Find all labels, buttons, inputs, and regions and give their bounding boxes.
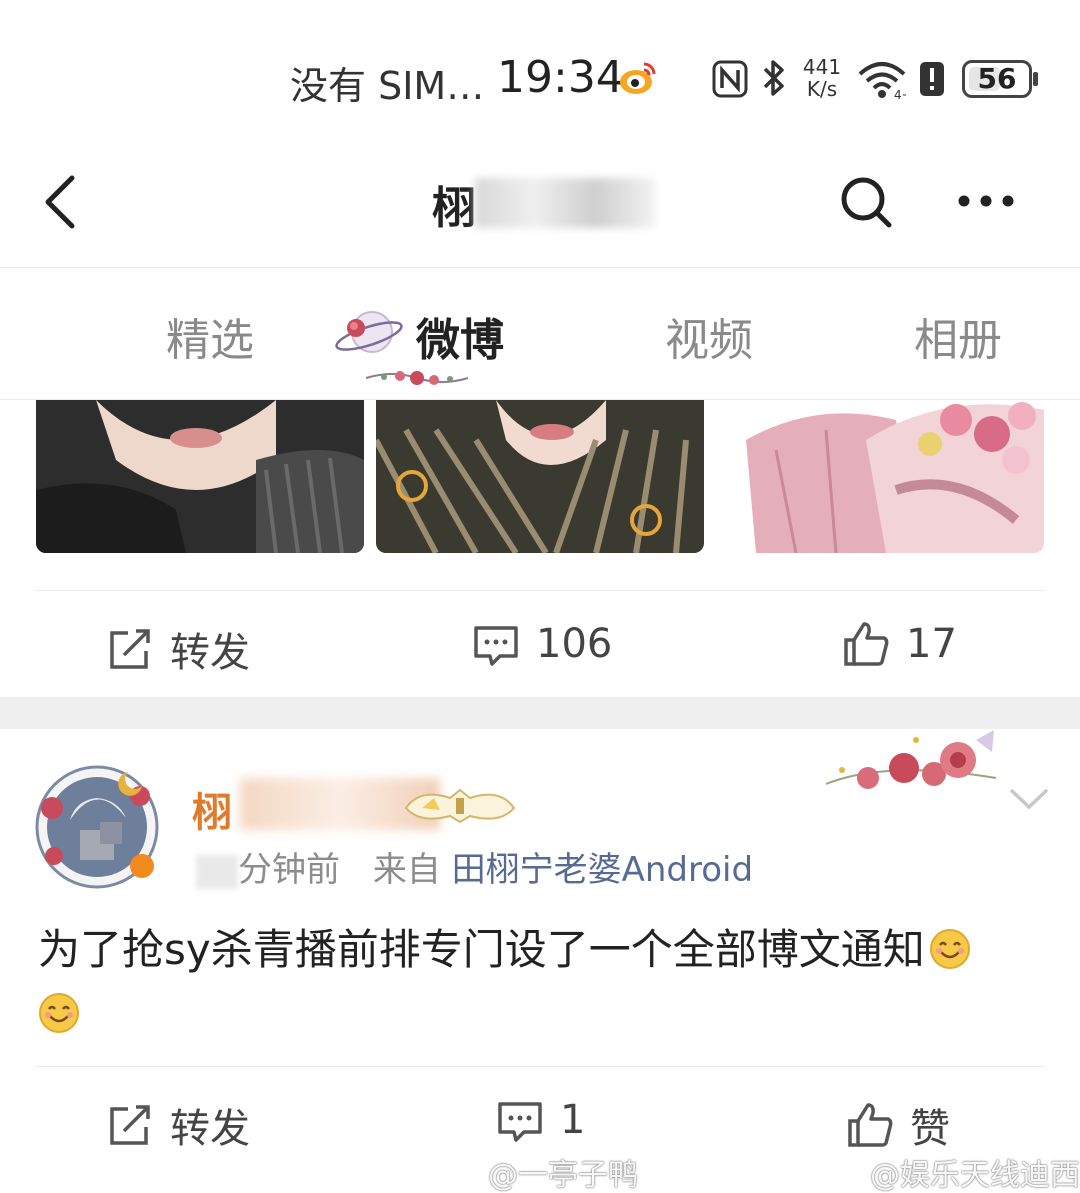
comment-count: 1 xyxy=(560,1097,586,1143)
title-bar: 栩 xyxy=(0,150,1080,268)
battery-level: 56 xyxy=(977,62,1017,95)
blurred-title-text xyxy=(475,178,655,228)
svg-text:4+: 4+ xyxy=(894,88,906,100)
thumbs-up-icon xyxy=(844,622,889,666)
tab-weibo[interactable]: 微博 xyxy=(416,304,504,368)
page-title: 栩 xyxy=(432,183,476,234)
blurred-time-number xyxy=(196,854,238,889)
watermark: @一亭子鸭 xyxy=(488,1158,638,1193)
weibo-notification-icon xyxy=(620,62,656,94)
post-text: 为了抢sy杀青播前排专门设了一个全部博文通知 xyxy=(38,918,1048,1046)
divider xyxy=(35,590,1045,591)
post-source-link[interactable]: 田栩宁老婆Android xyxy=(452,850,753,890)
post-image-3[interactable] xyxy=(716,400,1044,553)
divider xyxy=(35,1066,1045,1067)
status-bar: 没有 SIM… 19:34 441 K/s 4+ 56 xyxy=(0,0,1080,150)
post-image-2[interactable] xyxy=(376,400,704,553)
post-time: 分钟前 xyxy=(238,850,340,890)
repost-icon xyxy=(110,629,150,669)
alert-icon xyxy=(920,62,944,96)
search-icon[interactable] xyxy=(838,174,894,230)
repost-icon xyxy=(110,1105,150,1145)
comment-button[interactable]: 106 xyxy=(472,620,612,668)
post-image-1[interactable] xyxy=(36,400,364,553)
back-arrow-icon[interactable] xyxy=(40,172,80,232)
repost-label: 转发 xyxy=(170,630,250,676)
like-button[interactable]: 17 xyxy=(842,620,957,668)
active-tab-floral-underline xyxy=(365,371,469,385)
post-comment-button[interactable]: 1 xyxy=(496,1096,585,1144)
previous-post-images xyxy=(0,400,1080,560)
like-label: 赞 xyxy=(910,1106,950,1152)
chevron-down-icon[interactable] xyxy=(1008,785,1050,815)
feed-separator xyxy=(0,697,1080,729)
more-options-icon[interactable] xyxy=(955,186,1017,216)
username[interactable]: 栩 xyxy=(192,780,232,838)
smiling-face-emoji-icon xyxy=(929,929,970,969)
post-body: 为了抢sy杀青播前排专门设了一个全部博文通知 xyxy=(38,925,925,974)
tab-featured[interactable]: 精选 xyxy=(166,304,254,368)
nfc-icon xyxy=(712,60,748,98)
repost-label: 转发 xyxy=(170,1106,250,1152)
planet-decoration-icon xyxy=(335,311,403,353)
like-count: 17 xyxy=(906,621,957,667)
post-meta: 分钟前 来自 田栩宁老婆Android xyxy=(196,842,753,891)
rose-decoration-icon xyxy=(826,730,997,789)
profile-tabs: 精选 微博 视频 相册 xyxy=(0,268,1080,400)
post-repost-button[interactable]: 转发 xyxy=(106,1096,250,1154)
from-label: 来自 xyxy=(372,850,441,890)
carrier-text: 没有 SIM… xyxy=(290,64,485,108)
battery-indicator: 56 xyxy=(962,60,1040,98)
smiling-face-emoji-icon xyxy=(39,993,79,1033)
wifi-icon: 4+ xyxy=(858,62,906,100)
member-badge-icon[interactable] xyxy=(400,784,520,826)
thumbs-up-icon xyxy=(848,1103,893,1147)
watermark: @娱乐天线迪西 xyxy=(870,1158,1080,1193)
avatar[interactable] xyxy=(30,760,165,895)
tab-albums[interactable]: 相册 xyxy=(914,304,1002,368)
comment-count: 106 xyxy=(536,621,613,667)
network-speed: 441 K/s xyxy=(802,55,842,101)
comment-icon xyxy=(474,626,518,666)
repost-button[interactable]: 转发 xyxy=(106,620,250,678)
bluetooth-icon xyxy=(763,60,784,96)
clock: 19:34 xyxy=(497,52,624,103)
comment-icon xyxy=(498,1102,542,1142)
post-like-button[interactable]: 赞 xyxy=(846,1096,950,1154)
tab-videos[interactable]: 视频 xyxy=(665,304,753,368)
